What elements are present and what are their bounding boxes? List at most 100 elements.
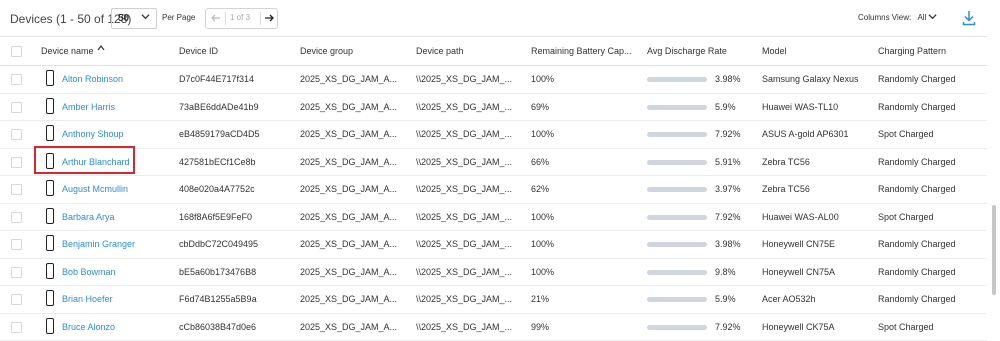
table-header: Device name Device ID Device group Devic… xyxy=(0,36,987,66)
phone-icon xyxy=(46,290,54,306)
device-path: \\2025_XS_DG_JAM_... xyxy=(416,267,512,277)
table-row[interactable]: Bruce Alonzo cCb86038B47d0e6 2025_XS_DG_JA… xyxy=(0,313,987,341)
device-group: 2025_XS_DG_JAM_A... xyxy=(300,267,397,277)
row-checkbox[interactable] xyxy=(11,102,22,113)
device-group: 2025_XS_DG_JAM_A... xyxy=(300,74,397,84)
columns-view-select[interactable]: Columns View: All xyxy=(858,13,926,22)
table-row[interactable]: Anthony ShoupeB4859179aCD4D52025_XS_DG_J… xyxy=(0,120,987,149)
charging-pattern: Spot Charged xyxy=(878,212,934,222)
device-id: 73aBE6ddADe41b9 xyxy=(179,102,259,112)
table-row[interactable]: Barbara Arya168f8A6f5E9FeF02025_XS_DG_JA… xyxy=(0,203,987,232)
discharge-rate-value: 3.98% xyxy=(715,239,741,249)
device-name-link[interactable]: August Mcmullin xyxy=(62,184,128,194)
charging-pattern: Randomly Charged xyxy=(878,74,956,84)
row-checkbox[interactable] xyxy=(11,322,22,333)
device-path: \\2025_XS_DG_JAM_... xyxy=(416,74,512,84)
remaining-battery: 100% xyxy=(531,129,554,139)
device-group: 2025_XS_DG_JAM_A... xyxy=(300,239,397,249)
charging-pattern: Randomly Charged xyxy=(878,157,956,167)
device-id: 408e020a4A7752c xyxy=(179,184,255,194)
device-name-link[interactable]: Bruce Alonzo xyxy=(62,322,115,332)
remaining-battery: 62% xyxy=(531,184,549,194)
device-group: 2025_XS_DG_JAM_A... xyxy=(300,322,397,332)
charging-pattern: Spot Charged xyxy=(878,129,934,139)
charging-pattern: Spot Charged xyxy=(878,322,934,332)
discharge-rate-bar xyxy=(647,215,707,220)
download-icon[interactable] xyxy=(962,10,976,26)
discharge-rate-value: 5.91% xyxy=(715,157,741,167)
table-row[interactable]: Brian HoeferF6d74B1255a5B9a2025_XS_DG_JA… xyxy=(0,285,987,314)
row-checkbox[interactable] xyxy=(11,157,22,168)
row-checkbox[interactable] xyxy=(11,294,22,305)
table-row[interactable]: August Mcmullin408e020a4A7752c2025_XS_DG… xyxy=(0,175,987,204)
discharge-rate-value: 5.9% xyxy=(715,294,736,304)
charging-pattern: Randomly Charged xyxy=(878,239,956,249)
device-name-link[interactable]: Bob Bowman xyxy=(62,267,116,277)
column-header-device-group[interactable]: Device group xyxy=(300,46,353,56)
charging-pattern: Randomly Charged xyxy=(878,267,956,277)
device-name-link[interactable]: Alton Robinson xyxy=(62,74,123,84)
table-row[interactable]: Alton Robinson D7c0F44E717f314 2025_XS_DG_… xyxy=(0,65,987,94)
device-name-link[interactable]: Amber Harris xyxy=(62,102,115,112)
row-checkbox[interactable] xyxy=(11,184,22,195)
row-checkbox[interactable] xyxy=(11,212,22,223)
remaining-battery: 100% xyxy=(531,74,554,84)
charging-pattern: Randomly Charged xyxy=(878,184,956,194)
remaining-battery: 100% xyxy=(531,239,554,249)
column-header-device-path[interactable]: Device path xyxy=(416,46,464,56)
per-page-label: Per Page xyxy=(162,13,195,22)
device-model: Huawei WAS-AL00 xyxy=(762,212,839,222)
discharge-rate-bar xyxy=(647,187,707,192)
column-header-avg-discharge-rate[interactable]: Avg Discharge Rate xyxy=(647,46,727,56)
device-name-link[interactable]: Anthony Shoup xyxy=(62,129,124,139)
device-id: cCb86038B47d0e6 xyxy=(179,322,256,332)
discharge-rate-bar xyxy=(647,77,707,82)
device-group: 2025_XS_DG_JAM_A... xyxy=(300,294,397,304)
device-group: 2025_XS_DG_JAM_A... xyxy=(300,157,397,167)
column-header-device-id[interactable]: Device ID xyxy=(179,46,218,56)
scrollbar[interactable] xyxy=(992,205,996,295)
column-header-device-name[interactable]: Device name xyxy=(41,46,94,56)
discharge-rate-bar xyxy=(647,270,707,275)
discharge-rate-value: 5.9% xyxy=(715,102,736,112)
device-model: Honeywell CN75E xyxy=(762,239,835,249)
table-row[interactable]: Bob BowmanbE5a60b173476B82025_XS_DG_JAM_… xyxy=(0,258,987,287)
device-model: Samsung Galaxy Nexus xyxy=(762,74,859,84)
table-row[interactable]: Arthur Blanchard427581bECf1Ce8b2025_XS_D… xyxy=(0,148,987,177)
device-id: 427581bECf1Ce8b xyxy=(179,157,256,167)
remaining-battery: 21% xyxy=(531,294,549,304)
column-header-model[interactable]: Model xyxy=(762,46,787,56)
column-header-charging-pattern[interactable]: Charging Pattern xyxy=(878,46,946,56)
device-path: \\2025_XS_DG_JAM_... xyxy=(416,184,512,194)
device-id: D7c0F44E717f314 xyxy=(179,74,254,84)
discharge-rate-bar xyxy=(647,297,707,302)
device-id: eB4859179aCD4D5 xyxy=(179,129,260,139)
device-model: Acer AO532h xyxy=(762,294,816,304)
discharge-rate-bar xyxy=(647,105,707,110)
charging-pattern: Randomly Charged xyxy=(878,294,956,304)
arrow-right-icon[interactable] xyxy=(263,12,275,24)
device-model: ASUS A-gold AP6301 xyxy=(762,129,849,139)
per-page-select[interactable]: 50 xyxy=(111,8,157,29)
discharge-rate-value: 7.92% xyxy=(715,129,741,139)
row-checkbox[interactable] xyxy=(11,239,22,250)
table-row[interactable]: Benjamin GrangercbDdbC72C0494952025_XS_D… xyxy=(0,230,987,259)
row-checkbox[interactable] xyxy=(11,74,22,85)
toolbar: Devices (1 - 50 of 128) 50 Per Page 1 of… xyxy=(0,0,1000,36)
device-name-link[interactable]: Barbara Arya xyxy=(62,212,115,222)
device-group: 2025_XS_DG_JAM_A... xyxy=(300,102,397,112)
select-all-checkbox[interactable] xyxy=(11,46,22,57)
device-name-link[interactable]: Brian Hoefer xyxy=(62,294,113,304)
table-row[interactable]: Amber Harris 73aBE6ddADe41b9 2025_XS_DG_JA… xyxy=(0,93,987,122)
chevron-up-icon[interactable] xyxy=(97,44,105,52)
device-name-link[interactable]: Benjamin Granger xyxy=(62,239,135,249)
column-header-remaining-battery[interactable]: Remaining Battery Cap... xyxy=(531,46,632,56)
device-path: \\2025_XS_DG_JAM_... xyxy=(416,102,512,112)
arrow-left-icon[interactable] xyxy=(210,12,222,24)
phone-icon xyxy=(46,125,54,141)
device-path: \\2025_XS_DG_JAM_... xyxy=(416,294,512,304)
row-checkbox[interactable] xyxy=(11,129,22,140)
remaining-battery: 100% xyxy=(531,267,554,277)
row-checkbox[interactable] xyxy=(11,267,22,278)
remaining-battery: 69% xyxy=(531,102,549,112)
